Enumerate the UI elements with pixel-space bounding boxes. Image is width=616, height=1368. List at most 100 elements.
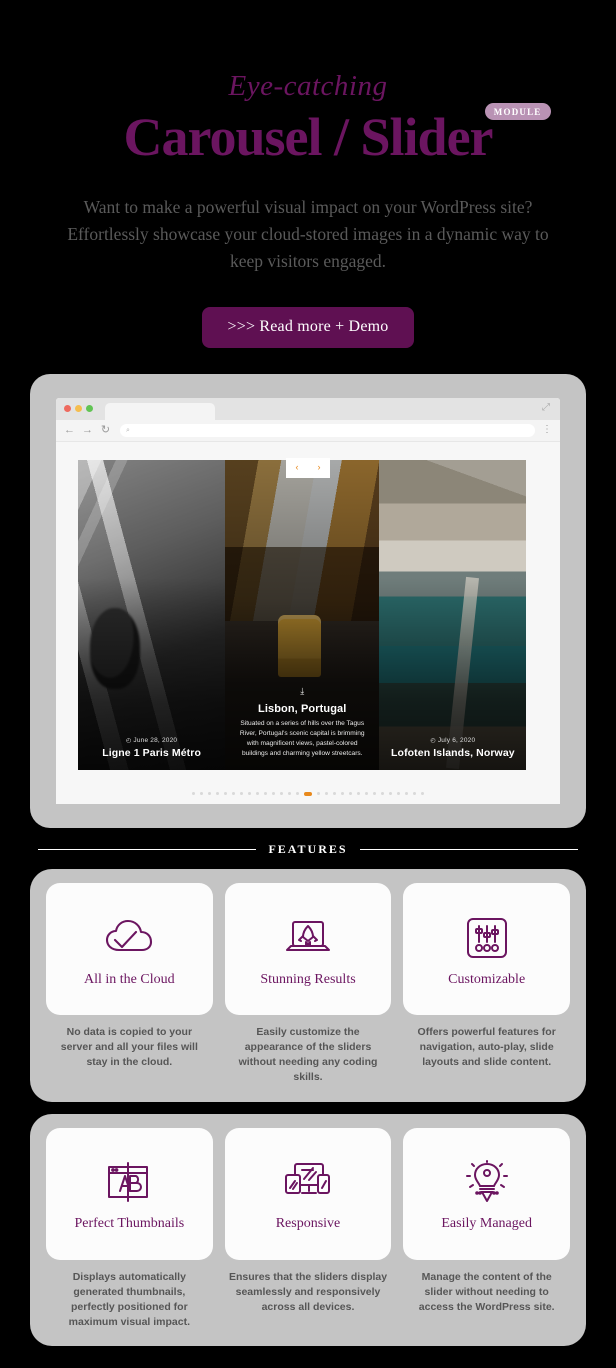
clock-icon: ◴ [125,738,132,745]
feature-card-perfect-thumbnails[interactable]: Perfect Thumbnails [46,1127,213,1260]
close-red-icon[interactable] [64,405,71,413]
slider-dot[interactable] [216,791,219,795]
slider-dot[interactable] [413,791,416,795]
slider-track: ◴ June 28, 2020 Ligne 1 Paris Métro ⤓ Lis… [78,459,538,770]
feature-card-customizable[interactable]: Customizable [403,882,571,1015]
feature-col-stunning-results: Stunning Results Easily customize the ap… [224,882,392,1086]
slide-right[interactable]: ◴ July 6, 2020 Lofoten Islands, Norway [379,459,527,770]
slide-center-caption: ⤓ Lisbon, Portugal Situated on a series … [225,686,379,760]
slider-dot[interactable] [357,791,360,795]
slider-dot[interactable] [272,791,275,795]
slider-dot[interactable] [264,791,267,795]
slider-dot[interactable] [381,791,384,795]
browser-tab-bar: ⤢ [56,397,560,420]
slide-right-caption: ◴ July 6, 2020 Lofoten Islands, Norway [379,737,526,760]
browser-tab[interactable] [105,402,215,420]
feature-name: Easily Managed [441,1216,532,1232]
browser-mockup-frame: ⤢ ← → ↻ ⌕ ⋮ ‹ › ◴ June 28, 2020 Ligne 1 … [30,373,586,828]
slide-center-title: Lisbon, Portugal [258,702,347,715]
slider-dot[interactable] [256,791,259,795]
feature-description: No data is copied to your server and all… [60,1025,198,1069]
read-more-demo-button[interactable]: >>> Read more + Demo [201,307,415,348]
feature-description: Displays automatically generated thumbna… [68,1270,191,1329]
slider-dot[interactable] [200,791,203,795]
slider-dot[interactable] [365,791,368,795]
laptop-rocket-icon [283,910,333,966]
slider-pagination-dots[interactable] [78,791,538,796]
slider-dot[interactable] [405,791,408,795]
hero-section: Eye-catching Carousel / Slider MODULE Wa… [0,0,616,348]
module-badge: MODULE [484,103,551,120]
feature-name: Perfect Thumbnails [74,1216,185,1232]
slider-dot[interactable] [349,791,352,795]
slide-center-description: Situated on a series of hills over the T… [239,719,365,758]
feature-col-easily-managed: Easily Managed Manage the content of the… [403,1127,571,1331]
multi-device-icon [282,1154,334,1210]
slider-dot[interactable] [373,791,376,795]
feature-name: Stunning Results [260,971,356,987]
feature-col-all-in-the-cloud: All in the Cloud No data is copied to yo… [46,882,213,1086]
reload-icon[interactable]: ↻ [100,424,111,436]
carousel-slider: ‹ › ◴June 28, 2020 Ligne 1 Paris Métro [78,457,538,780]
feature-card-stunning-results[interactable]: Stunning Results [224,882,392,1015]
slide-center[interactable]: ⤓ Lisbon, Portugal Situated on a series … [225,459,380,770]
feature-col-customizable: Customizable Offers powerful features fo… [403,882,571,1086]
menu-icon[interactable]: ⋮ [542,425,552,435]
back-icon[interactable]: ← [64,424,75,436]
maximize-green-icon[interactable] [86,405,93,413]
slider-dot[interactable] [208,791,211,795]
slider-dot[interactable] [325,791,328,795]
feature-name: Customizable [448,971,526,987]
feature-description: Offers powerful features for navigation,… [417,1025,556,1069]
forward-icon[interactable]: → [82,424,93,436]
feature-card-responsive[interactable]: Responsive [224,1127,392,1260]
feature-col-perfect-thumbnails: Perfect Thumbnails Displays automaticall… [46,1127,213,1331]
slider-dot-active[interactable] [304,791,312,796]
feature-card-easily-managed[interactable]: Easily Managed [403,1127,571,1260]
lightbulb-pencil-icon [463,1154,511,1210]
slider-dot[interactable] [397,791,400,795]
cloud-check-icon [103,910,155,966]
hero-eyebrow: Eye-catching [228,70,388,102]
slide-right-overlay [379,459,527,770]
clock-icon: ◴ [430,738,436,745]
slide-left[interactable]: ◴ June 28, 2020 Ligne 1 Paris Métro [78,459,226,770]
slide-left-date-text: June 28, 2020 [133,737,178,745]
slider-arrow-group: ‹ › [286,457,330,478]
browser-toolbar: ← → ↻ ⌕ ⋮ [56,419,560,442]
slider-next-icon[interactable]: › [318,463,321,472]
slider-dot[interactable] [296,791,299,795]
slider-dot[interactable] [232,791,235,795]
expand-icon[interactable]: ⤢ [542,402,550,413]
slide-right-date-text: July 6, 2020 [437,737,476,745]
feature-description: Manage the content of the slider without… [418,1270,555,1313]
search-icon: ⌕ [126,426,130,434]
minimize-yellow-icon[interactable] [75,405,82,413]
slider-dot[interactable] [240,791,243,795]
hero-title-wrap: Carousel / Slider MODULE [123,103,551,167]
slider-dot[interactable] [280,791,283,795]
feature-row-2: Perfect Thumbnails Displays automaticall… [30,1113,586,1347]
feature-name: All in the Cloud [84,971,175,987]
feature-col-responsive: Responsive Ensures that the sliders disp… [224,1127,392,1331]
slider-dot[interactable] [333,791,336,795]
slider-dot[interactable] [288,791,291,795]
download-icon[interactable]: ⤓ [233,686,371,697]
slider-dot[interactable] [389,791,392,795]
address-bar[interactable]: ⌕ [120,423,535,437]
slider-dot[interactable] [421,791,424,795]
divider-left [38,848,257,850]
feature-card-all-in-the-cloud[interactable]: All in the Cloud [46,882,213,1015]
slider-dot[interactable] [192,791,195,795]
features-title: FEATURES [268,841,348,856]
slider-dot[interactable] [248,791,251,795]
slider-dot[interactable] [224,791,227,795]
feature-row-1: All in the Cloud No data is copied to yo… [30,868,586,1102]
slider-dot[interactable] [341,791,344,795]
slider-dot[interactable] [317,791,320,795]
page-title: Carousel / Slider [123,107,493,167]
slider-prev-icon[interactable]: ‹ [296,463,299,472]
feature-description: Easily customize the appearance of the s… [238,1025,378,1084]
features-heading: FEATURES [38,842,578,857]
slide-right-title: Lofoten Islands, Norway [391,747,515,760]
